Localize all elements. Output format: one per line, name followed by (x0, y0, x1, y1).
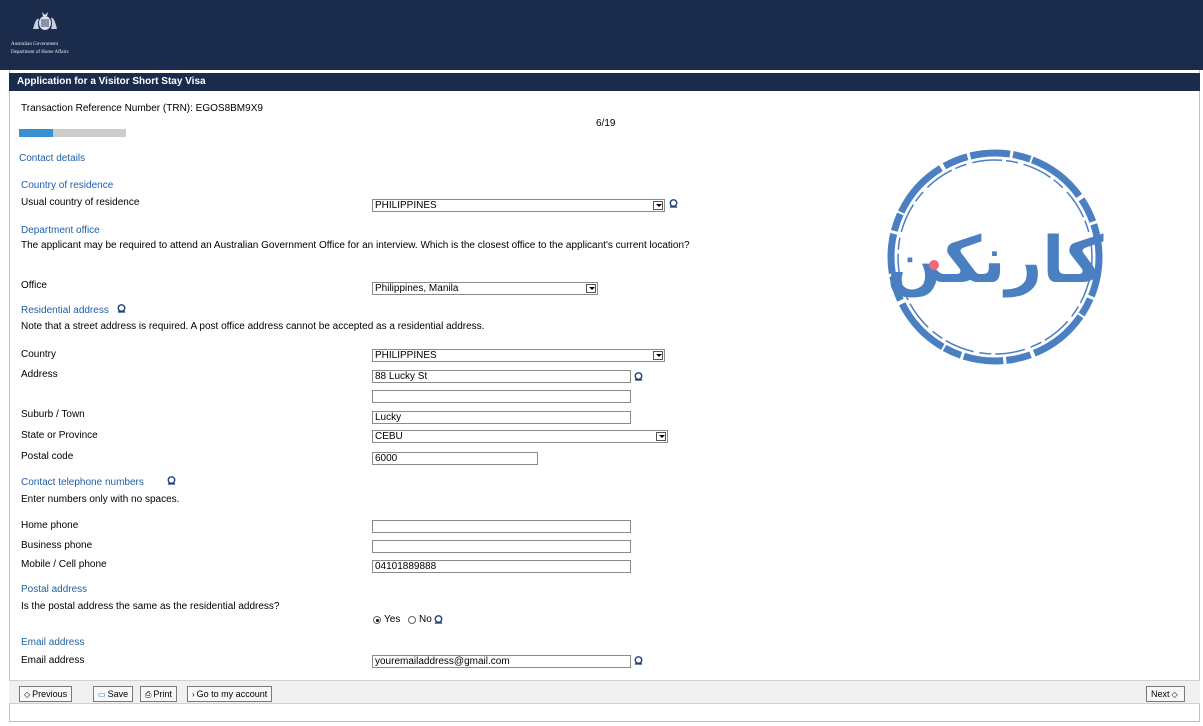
section-contact-details: Contact details (19, 153, 86, 164)
address-line2-input[interactable] (372, 390, 631, 403)
postal-code-input[interactable]: 6000 (372, 452, 538, 465)
telephone-note: Enter numbers only with no spaces. (21, 494, 180, 505)
government-banner: Australian Government Department of Home… (0, 0, 1203, 70)
go-to-account-button[interactable]: › Go to my account (187, 686, 273, 702)
previous-icon: ◇ (24, 690, 31, 699)
usual-country-label: Usual country of residence (21, 197, 140, 208)
residential-note: Note that a street address is required. … (21, 321, 485, 332)
usual-country-select[interactable]: PHILIPPINES (372, 199, 665, 212)
help-icon[interactable] (634, 372, 643, 381)
mobile-input[interactable]: 04101889888 (372, 560, 631, 573)
state-select[interactable]: CEBU (372, 430, 668, 443)
office-value: Philippines, Manila (375, 283, 459, 294)
state-label: State or Province (21, 430, 98, 441)
save-label: Save (107, 689, 129, 699)
page-title: Application for a Visitor Short Stay Vis… (9, 73, 1200, 91)
help-icon[interactable] (434, 615, 443, 624)
business-phone-input[interactable] (372, 540, 631, 553)
print-icon: ⎙ (145, 690, 152, 699)
next-button[interactable]: Next ◇ (1146, 686, 1185, 702)
next-icon: ◇ (1171, 690, 1178, 699)
print-label: Print (153, 689, 172, 699)
help-icon[interactable] (634, 656, 643, 665)
postal-code-label: Postal code (21, 451, 74, 462)
section-email-address: Email address (21, 637, 85, 648)
home-phone-input[interactable] (372, 520, 631, 533)
previous-button[interactable]: ◇ Previous (19, 686, 73, 702)
section-country-of-residence: Country of residence (21, 180, 114, 191)
print-button[interactable]: ⎙ Print (140, 686, 177, 702)
address-line1-input[interactable]: 88 Lucky St (372, 370, 631, 383)
chevron-down-icon[interactable] (656, 432, 666, 441)
country-label: Country (21, 349, 57, 360)
suburb-input[interactable]: Lucky (372, 411, 631, 424)
go-to-account-label: Go to my account (196, 689, 268, 699)
help-icon[interactable] (117, 304, 126, 313)
help-icon[interactable] (669, 199, 678, 208)
country-value: PHILIPPINES (375, 350, 437, 361)
department-note: The applicant may be required to attend … (21, 240, 690, 251)
address-label: Address (21, 369, 58, 380)
section-postal-address: Postal address (21, 584, 88, 595)
next-label: Next (1151, 689, 1170, 699)
watermark-stamp: کارنکن (887, 149, 1105, 365)
page-counter: 6/19 (596, 118, 616, 129)
previous-label: Previous (32, 689, 68, 699)
department-name: Department of Home Affairs (11, 50, 69, 55)
progress-bar (19, 129, 126, 137)
save-icon: ▭ (98, 690, 106, 699)
office-select[interactable]: Philippines, Manila (372, 282, 598, 295)
no-label: No (419, 614, 432, 625)
email-input[interactable]: youremailaddress@gmail.com (372, 655, 631, 668)
chevron-down-icon[interactable] (653, 201, 663, 210)
watermark-text: کارنکن (887, 224, 1105, 298)
progress-fill (19, 129, 54, 137)
postal-question: Is the postal address the same as the re… (21, 601, 280, 612)
business-phone-label: Business phone (21, 540, 93, 551)
country-select[interactable]: PHILIPPINES (372, 349, 665, 362)
mobile-label: Mobile / Cell phone (21, 559, 107, 570)
postal-same-no-radio[interactable] (408, 616, 416, 624)
section-contact-telephone: Contact telephone numbers (21, 477, 144, 488)
state-value: CEBU (375, 431, 403, 442)
home-phone-label: Home phone (21, 520, 79, 531)
save-button[interactable]: ▭ Save (93, 686, 134, 702)
chevron-right-icon: › (192, 690, 195, 699)
usual-country-value: PHILIPPINES (375, 200, 437, 211)
yes-label: Yes (384, 614, 401, 625)
office-label: Office (21, 280, 47, 291)
postal-same-yes-radio[interactable] (373, 616, 381, 624)
chevron-down-icon[interactable] (653, 351, 663, 360)
email-label: Email address (21, 655, 85, 666)
section-residential-address: Residential address (21, 305, 109, 316)
watermark-dot (929, 260, 939, 270)
government-name: Australian Government (11, 42, 59, 47)
section-department-office: Department office (21, 225, 100, 236)
coat-of-arms-icon (33, 12, 57, 30)
trn-label: Transaction Reference Number (TRN): EGOS… (21, 103, 263, 114)
help-icon[interactable] (167, 476, 176, 485)
chevron-down-icon[interactable] (586, 284, 596, 293)
suburb-label: Suburb / Town (21, 409, 85, 420)
